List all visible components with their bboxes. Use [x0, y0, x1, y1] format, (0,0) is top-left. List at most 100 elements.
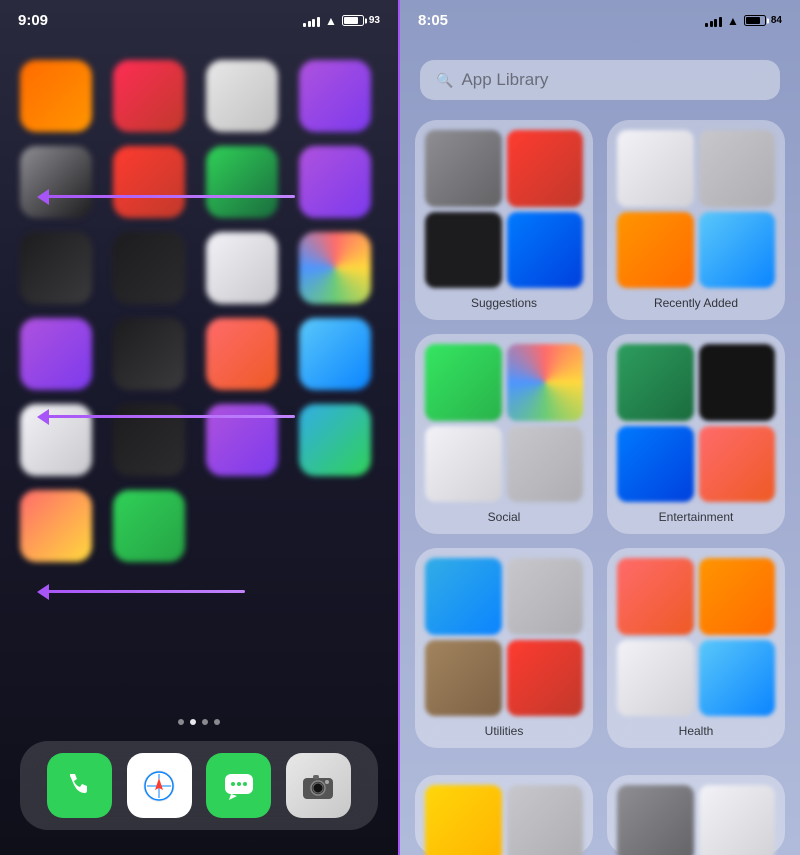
left-app-grid [20, 60, 378, 562]
right-wifi-icon: ▲ [727, 14, 739, 28]
folder-icon-19 [425, 640, 502, 717]
folder-entertainment-label: Entertainment [617, 510, 775, 524]
folder-social-label: Social [425, 510, 583, 524]
app-icon-5 [20, 146, 92, 218]
app-icon-21 [20, 490, 92, 562]
folder-icon-3 [425, 212, 502, 289]
dock-messages-icon[interactable] [206, 753, 271, 818]
page-dots [178, 719, 220, 725]
folder-icon-14 [699, 344, 776, 421]
folder-utilities-icons [425, 558, 583, 716]
dock-safari-icon[interactable] [127, 753, 192, 818]
search-icon: 🔍 [436, 72, 453, 89]
app-icon-8 [299, 146, 371, 218]
app-icon-13 [20, 318, 92, 390]
app-icon-1 [20, 60, 92, 132]
arrow-1 [45, 195, 295, 198]
left-battery-text: 93 [369, 15, 380, 26]
folder-icon-8 [699, 212, 776, 289]
folder-icon-4 [507, 212, 584, 289]
folder-recently-added-icons [617, 130, 775, 288]
dot-1 [178, 719, 184, 725]
folder-social[interactable]: Social [415, 334, 593, 534]
search-placeholder: App Library [461, 70, 548, 90]
folder-icon-23 [617, 640, 694, 717]
dock-camera-icon[interactable] [286, 753, 351, 818]
app-icon-14 [113, 318, 185, 390]
folder-recently-added[interactable]: Recently Added [607, 120, 785, 320]
search-bar[interactable]: 🔍 App Library [420, 60, 780, 100]
folder-entertainment-icons [617, 344, 775, 502]
folder-suggestions[interactable]: Suggestions [415, 120, 593, 320]
app-icon-11 [206, 232, 278, 304]
app-icon-7 [206, 146, 278, 218]
app-icon-9 [20, 232, 92, 304]
folder-icon-18 [507, 558, 584, 635]
right-time: 8:05 [418, 12, 448, 29]
app-icon-12 [299, 232, 371, 304]
folder-social-icons [425, 344, 583, 502]
folder-suggestions-icons [425, 130, 583, 288]
folder-health-icons [617, 558, 775, 716]
wifi-icon: ▲ [325, 14, 337, 28]
right-battery-icon [744, 15, 766, 26]
folder-icon-9 [425, 344, 502, 421]
app-library-grid: Suggestions Recently Added Social [415, 120, 785, 748]
app-icon-6 [113, 146, 185, 218]
folder-health[interactable]: Health [607, 548, 785, 748]
left-time: 9:09 [18, 12, 48, 29]
app-icon-4 [299, 60, 371, 132]
signal-icon [303, 15, 320, 27]
folder-icon-7 [617, 212, 694, 289]
folder-icon-6 [699, 130, 776, 207]
app-icon-20 [299, 404, 371, 476]
right-panel: 8:05 ▲ 84 🔍 App Library [400, 0, 800, 855]
arrow-3 [45, 590, 245, 593]
folder-utilities[interactable]: Utilities [415, 548, 593, 748]
folder-entertainment[interactable]: Entertainment [607, 334, 785, 534]
arrow-2 [45, 415, 295, 418]
folder-icon-13 [617, 344, 694, 421]
camera-svg [300, 768, 336, 804]
right-signal-icon [705, 15, 722, 27]
battery-icon [342, 15, 364, 26]
status-bar-left: 9:09 ▲ 93 [0, 12, 398, 29]
dock-phone-icon[interactable] [47, 753, 112, 818]
app-icon-3 [206, 60, 278, 132]
partial-icon-1 [425, 785, 502, 855]
folder-icon-16 [699, 426, 776, 503]
safari-svg [141, 768, 177, 804]
partial-icon-2 [507, 785, 584, 855]
folder-icon-2 [507, 130, 584, 207]
app-icon-2 [113, 60, 185, 132]
folder-icon-24 [699, 640, 776, 717]
partial-icon-6 [699, 785, 776, 855]
phone-svg [62, 768, 98, 804]
dot-3 [202, 719, 208, 725]
partial-card-2[interactable] [607, 775, 785, 855]
folder-recently-added-label: Recently Added [617, 296, 775, 310]
folder-health-label: Health [617, 724, 775, 738]
partial-icon-5 [617, 785, 694, 855]
folder-suggestions-label: Suggestions [425, 296, 583, 310]
left-status-icons: ▲ 93 [303, 14, 380, 28]
folder-icon-11 [425, 426, 502, 503]
folder-icon-10 [507, 344, 584, 421]
right-status-icons: ▲ 84 [705, 14, 782, 28]
folder-icon-12 [507, 426, 584, 503]
folder-icon-22 [699, 558, 776, 635]
app-icon-22 [113, 490, 185, 562]
folder-icon-15 [617, 426, 694, 503]
dock [20, 741, 378, 830]
bottom-partial-row [415, 775, 785, 855]
folder-icon-5 [617, 130, 694, 207]
right-battery-text: 84 [771, 15, 782, 26]
app-icon-16 [299, 318, 371, 390]
folder-utilities-label: Utilities [425, 724, 583, 738]
status-bar-right: 8:05 ▲ 84 [400, 12, 800, 29]
folder-icon-21 [617, 558, 694, 635]
partial-card-1[interactable] [415, 775, 593, 855]
app-icon-10 [113, 232, 185, 304]
left-panel: 9:09 ▲ 93 [0, 0, 400, 855]
app-icon-15 [206, 318, 278, 390]
